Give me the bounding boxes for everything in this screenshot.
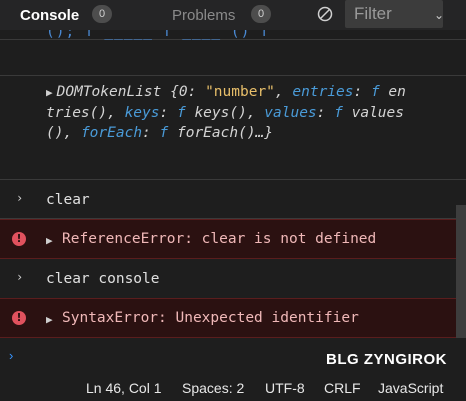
console-row-partial: (); f _____ f ____ () f xyxy=(0,30,466,40)
object-continuation: tries(), xyxy=(46,105,116,121)
object-key-keys: keys xyxy=(124,105,160,121)
clear-console-icon[interactable] xyxy=(317,6,333,22)
chevron-right-icon: › xyxy=(16,191,24,205)
object-preview[interactable]: ▶ DOMTokenList {0: "number", entries: f e… xyxy=(46,82,431,143)
command-text: clear xyxy=(46,192,90,208)
error-icon: ! xyxy=(12,232,26,246)
problems-count-badge: 0 xyxy=(251,5,271,23)
object-value-0: "number" xyxy=(205,84,275,100)
status-language[interactable]: JavaScript xyxy=(378,380,443,396)
tab-problems-label: Problems xyxy=(172,6,236,24)
console-row-error[interactable]: ! ▶ ReferenceError: clear is not defined xyxy=(0,219,466,259)
status-eol[interactable]: CRLF xyxy=(324,380,361,396)
partial-output-text: (); f _____ f ____ () f xyxy=(46,30,270,40)
status-indentation[interactable]: Spaces: 2 xyxy=(182,380,244,396)
status-encoding[interactable]: UTF-8 xyxy=(265,380,305,396)
object-key-values: values xyxy=(264,105,317,121)
expand-triangle-icon[interactable]: ▶ xyxy=(46,86,53,99)
devtools-toolbar: Console 0 Problems 0 Filter ⌄ xyxy=(0,0,466,30)
console-row-error[interactable]: ! ▶ SyntaxError: Unexpected identifier xyxy=(0,298,466,338)
status-cursor-position[interactable]: Ln 46, Col 1 xyxy=(86,380,162,396)
chevron-down-icon[interactable]: ⌄ xyxy=(434,8,444,22)
console-row-command: › clear console xyxy=(0,259,466,299)
filter-input[interactable]: Filter xyxy=(345,0,443,28)
tab-problems[interactable]: Problems xyxy=(172,0,235,30)
command-text: clear console xyxy=(46,271,160,287)
object-value-foreach: forEach()…} xyxy=(176,125,274,141)
input-prompt-icon: › xyxy=(9,348,14,363)
object-continuation: (), xyxy=(46,125,73,141)
console-input[interactable]: › BLG ZYNGIROK xyxy=(0,338,466,374)
error-icon: ! xyxy=(12,311,26,325)
tab-console[interactable]: Console xyxy=(20,0,79,30)
filter-placeholder: Filter xyxy=(354,4,392,23)
watermark-text: BLG ZYNGIROK xyxy=(326,351,447,368)
error-message: ReferenceError: clear is not defined xyxy=(62,231,377,247)
object-value-entries: en xyxy=(388,84,406,100)
expand-triangle-icon[interactable]: ▶ xyxy=(46,310,53,330)
error-message: SyntaxError: Unexpected identifier xyxy=(62,310,359,326)
console-row-command: › clear xyxy=(0,181,466,219)
object-value-values: values xyxy=(351,105,404,121)
object-key-foreach: forEach xyxy=(80,125,143,141)
expand-triangle-icon[interactable]: ▶ xyxy=(46,231,53,251)
object-key-0: 0 xyxy=(178,84,188,100)
object-type-name: DOMTokenList xyxy=(56,84,162,100)
console-scrollbar[interactable] xyxy=(456,205,466,338)
console-count-badge: 0 xyxy=(92,5,112,23)
object-value-keys: keys(), xyxy=(194,105,256,121)
console-row-object[interactable]: ▶ DOMTokenList {0: "number", entries: f e… xyxy=(0,75,466,180)
tab-console-label: Console xyxy=(20,6,80,24)
function-marker: f xyxy=(334,105,343,121)
object-key-entries: entries xyxy=(292,84,354,100)
function-marker: f xyxy=(159,125,169,141)
chevron-right-icon: › xyxy=(16,270,24,284)
function-marker: f xyxy=(176,105,186,121)
console-output: (); f _____ f ____ () f ▶ DOMTokenList {0… xyxy=(0,30,466,338)
status-bar: Ln 46, Col 1 Spaces: 2 UTF-8 CRLF JavaSc… xyxy=(0,374,466,401)
function-marker: f xyxy=(370,84,380,100)
